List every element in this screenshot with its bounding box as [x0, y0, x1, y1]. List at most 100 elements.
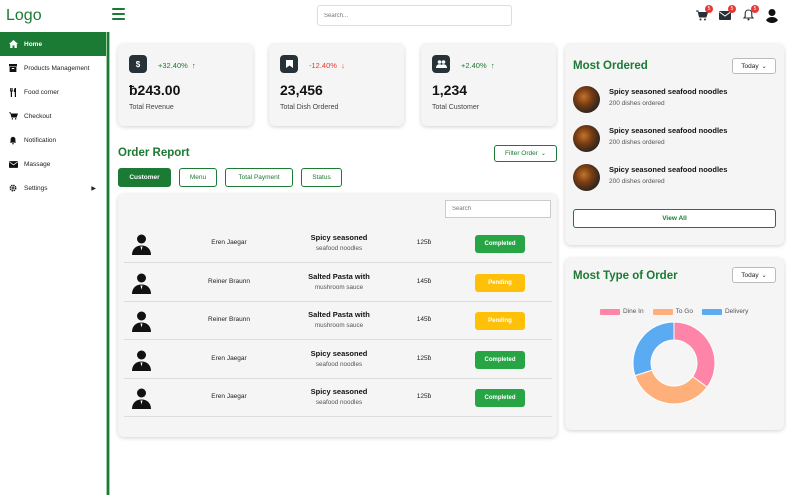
- price: 125ƀ: [416, 393, 432, 400]
- chevron-down-icon: ⌄: [761, 272, 767, 279]
- sidebar-item-label: Food corner: [24, 88, 60, 96]
- dish-cell: Spicy seasoned seafood noodles: [310, 233, 368, 252]
- stat-label: Total Dish Ordered: [280, 104, 339, 111]
- chevron-down-icon: ⌄: [540, 151, 546, 157]
- donut-chart: [632, 321, 716, 405]
- stat-change: +2.40% ↑: [461, 61, 495, 70]
- chevron-down-icon: ⌄: [761, 63, 767, 70]
- menu-toggle-icon[interactable]: [112, 8, 125, 20]
- legend-item[interactable]: Delivery: [701, 308, 748, 315]
- mail-icon: [9, 160, 18, 168]
- cart-badge: 5: [705, 5, 713, 13]
- sidebar-item-food-corner[interactable]: Food corner: [0, 80, 106, 104]
- cart-button[interactable]: 5: [695, 5, 713, 22]
- tab-menu[interactable]: Menu: [179, 168, 217, 187]
- list-item[interactable]: Spicy seasoned seafood noodles 200 dishe…: [573, 123, 773, 155]
- table-row[interactable]: Eren Jaegar Spicy seasoned seafood noodles…: [124, 225, 552, 263]
- tab-customer[interactable]: Customer: [118, 168, 171, 187]
- price: 125ƀ: [416, 354, 432, 362]
- mail-button[interactable]: 5: [718, 5, 736, 22]
- price: 125ƀ: [416, 239, 432, 246]
- dish-cell: Spicy seasoned seafood noodles: [310, 387, 368, 406]
- bookmark-icon: [280, 55, 298, 73]
- table-search-input[interactable]: [445, 200, 551, 218]
- filter-order-select[interactable]: Filter Order ⌄: [494, 145, 557, 162]
- sidebar-item-products[interactable]: Products Management: [0, 56, 106, 80]
- legend-item[interactable]: Dine In: [600, 308, 644, 315]
- dish-image: [573, 86, 600, 113]
- dish-image: [573, 125, 600, 152]
- dish-cell: Salted Pasta with mushroom sauce: [308, 271, 370, 291]
- list-item[interactable]: Spicy seasoned seafood noodles 200 dishe…: [573, 84, 773, 116]
- stat-change: -12.40% ↓: [309, 61, 345, 70]
- sidebar: Home Products Management Food corner Che…: [0, 32, 106, 495]
- stat-card-customers: +2.40% ↑ 1,234 Total Customer: [421, 44, 556, 126]
- sidebar-item-label: Products Management: [24, 64, 90, 72]
- status-badge[interactable]: Completed: [475, 389, 525, 407]
- most-type-title: Most Type of Order: [573, 270, 678, 282]
- search-input[interactable]: [317, 5, 512, 26]
- users-icon: [432, 55, 450, 73]
- avatar-icon: [132, 234, 151, 255]
- tab-total-payment[interactable]: Total Payment: [225, 168, 293, 187]
- gear-icon: [9, 184, 17, 192]
- logo[interactable]: Logo: [6, 7, 42, 25]
- sidebar-item-home[interactable]: Home: [0, 32, 106, 56]
- dollar-icon: $: [129, 55, 147, 73]
- stat-card-revenue: $ +32.40% ↑ ƀ243.00 Total Revenue: [118, 44, 253, 126]
- sidebar-divider: [106, 32, 110, 495]
- avatar-icon: [132, 273, 151, 294]
- price: 145ƀ: [416, 277, 432, 285]
- bell-icon: [9, 136, 17, 144]
- customer-name: Eren Jaegar: [211, 393, 247, 400]
- status-badge[interactable]: Completed: [475, 235, 525, 253]
- sidebar-item-massage[interactable]: Massage: [0, 152, 106, 176]
- table-row[interactable]: Eren Jaegar Spicy seasoned seafood noodles…: [124, 379, 552, 417]
- status-badge[interactable]: Pending: [475, 312, 525, 330]
- sidebar-item-checkout[interactable]: Checkout: [0, 104, 106, 128]
- sidebar-item-label: Massage: [24, 160, 51, 168]
- utensils-icon: [10, 87, 16, 97]
- notification-button[interactable]: 5: [741, 5, 759, 22]
- sidebar-item-label: Notification: [24, 136, 57, 144]
- customer-name: Eren Jaegar: [211, 239, 247, 246]
- view-all-button[interactable]: View All: [573, 209, 776, 228]
- stat-value: 23,456: [280, 82, 323, 98]
- stat-card-dishes: -12.40% ↓ 23,456 Total Dish Ordered: [269, 44, 404, 126]
- customer-name: Eren Jaegar: [211, 354, 247, 362]
- dish-image: [573, 164, 600, 191]
- sidebar-item-label: Home: [24, 40, 43, 48]
- user-avatar[interactable]: [764, 7, 780, 23]
- chart-legend: Dine In To Go Delivery: [600, 308, 748, 315]
- dish-cell: Spicy seasoned seafood noodles: [310, 348, 368, 368]
- avatar-icon: [132, 350, 151, 371]
- table-row[interactable]: Reiner Braunn Salted Pasta with mushroom s…: [124, 264, 552, 302]
- most-type-period-select[interactable]: Today ⌄: [732, 267, 776, 283]
- cart-icon: [9, 112, 18, 120]
- sidebar-item-settings[interactable]: Settings ▶: [0, 176, 106, 200]
- order-report-title: Order Report: [118, 147, 190, 159]
- sidebar-item-notification[interactable]: Notification: [0, 128, 106, 152]
- price: 145ƀ: [416, 316, 432, 323]
- stat-label: Total Customer: [432, 104, 480, 111]
- legend-item[interactable]: To Go: [652, 308, 693, 315]
- mail-badge: 5: [728, 5, 736, 13]
- avatar-icon: [132, 311, 151, 332]
- box-icon: [9, 64, 17, 72]
- sidebar-item-label: Checkout: [24, 112, 52, 120]
- avatar-icon: [132, 388, 151, 409]
- status-badge[interactable]: Completed: [475, 350, 525, 369]
- status-badge[interactable]: Pending: [475, 273, 525, 292]
- stat-label: Total Revenue: [129, 104, 174, 111]
- home-icon: [9, 40, 18, 48]
- table-row[interactable]: Reiner Braunn Salted Pasta with mushroom s…: [124, 302, 552, 340]
- donut-slice-delivery[interactable]: [632, 321, 675, 377]
- most-ordered-title: Most Ordered: [573, 60, 648, 72]
- most-ordered-period-select[interactable]: Today ⌄: [732, 58, 776, 74]
- customer-name: Reiner Braunn: [208, 316, 250, 323]
- sidebar-item-label: Settings: [24, 184, 48, 192]
- customer-name: Reiner Braunn: [208, 277, 250, 285]
- list-item[interactable]: Spicy seasoned seafood noodles 200 dishe…: [573, 162, 773, 194]
- tab-status[interactable]: Status: [301, 168, 342, 187]
- table-row[interactable]: Eren Jaegar Spicy seasoned seafood noodles…: [124, 341, 552, 379]
